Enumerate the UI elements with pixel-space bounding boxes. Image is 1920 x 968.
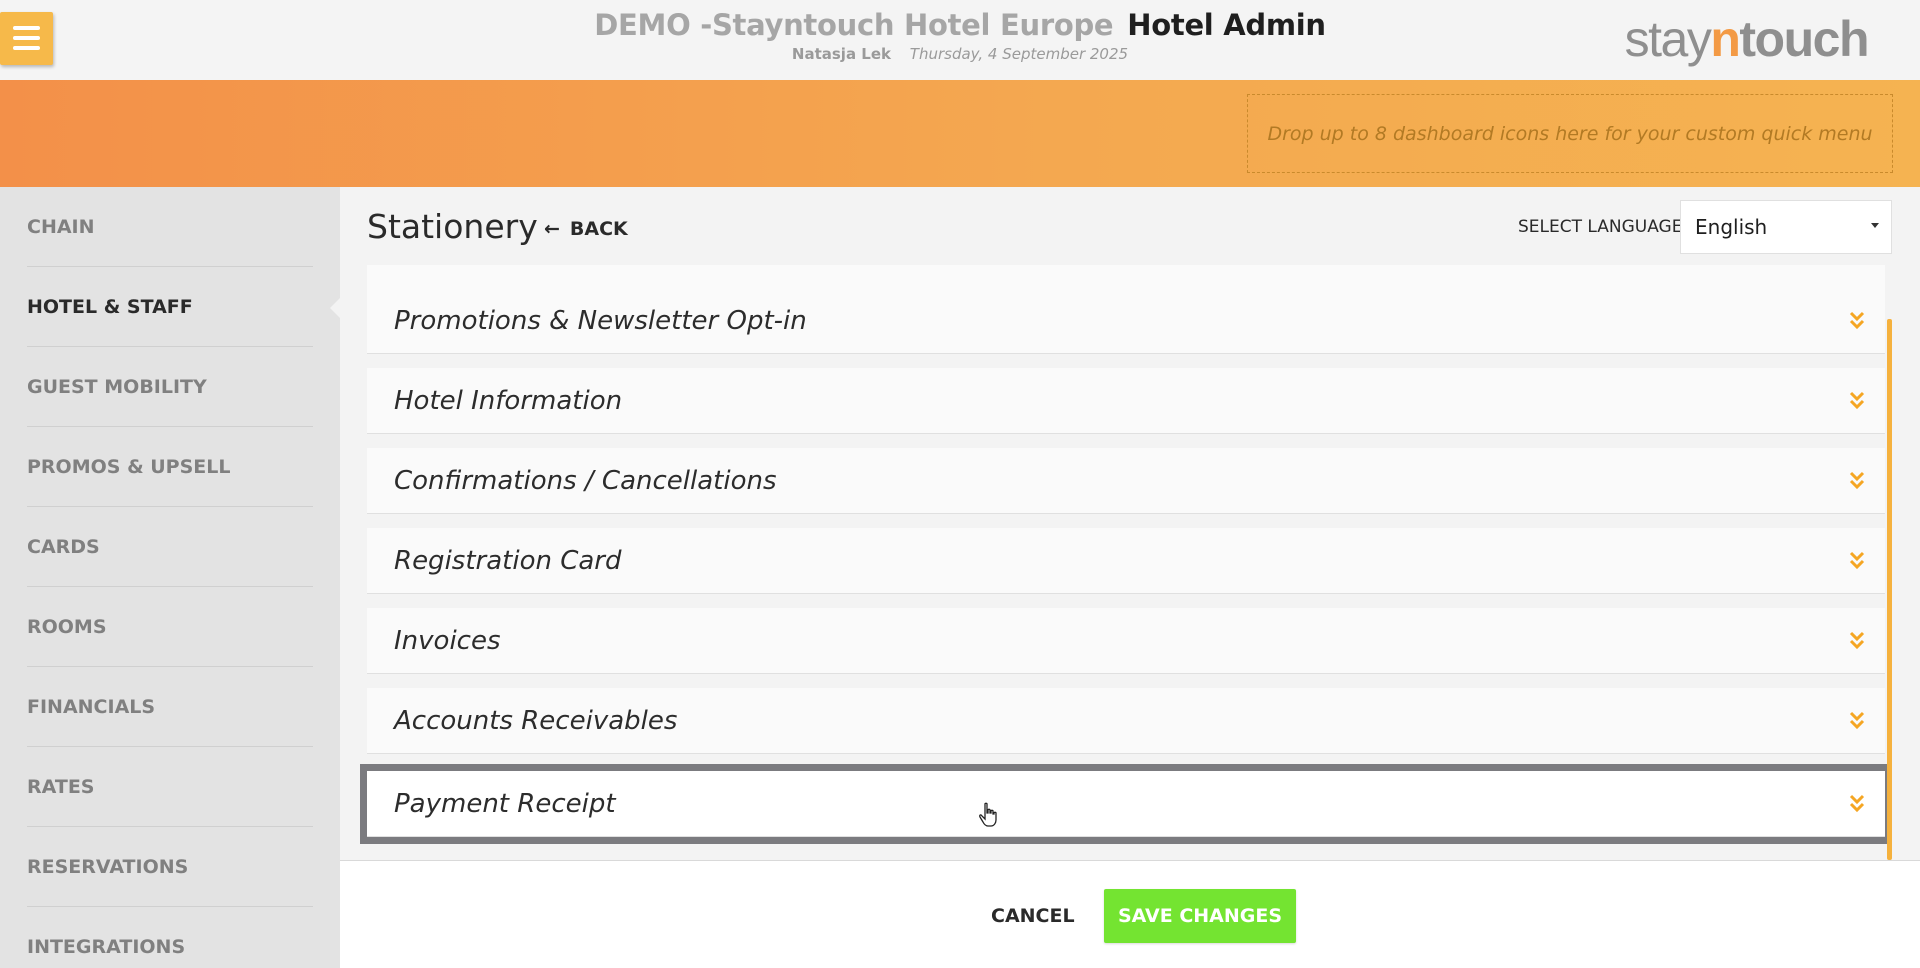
arrow-left-icon: ← [544, 218, 560, 240]
double-chevron-down-icon [1849, 551, 1865, 570]
sidebar-item-rooms[interactable]: ROOMS [27, 587, 313, 667]
section-promotions-newsletter[interactable]: Promotions & Newsletter Opt-in [367, 288, 1885, 354]
double-chevron-down-icon [1849, 631, 1865, 650]
stayntouch-logo: stayntouch [1624, 10, 1870, 68]
save-changes-button[interactable]: SAVE CHANGES [1104, 889, 1296, 943]
section-label: Promotions & Newsletter Opt-in [394, 305, 807, 336]
back-label: BACK [569, 218, 628, 240]
sidebar-item-rates[interactable]: RATES [27, 747, 313, 827]
double-chevron-down-icon [1849, 471, 1865, 490]
quick-menu-dropzone[interactable]: Drop up to 8 dashboard icons here for yo… [1247, 94, 1893, 173]
sidebar-item-guest-mobility[interactable]: GUEST MOBILITY [27, 347, 313, 427]
sidebar-item-promos-upsell[interactable]: PROMOS & UPSELL [27, 427, 313, 507]
app-name: Hotel Admin [1127, 8, 1326, 42]
sidebar-item-reservations[interactable]: RESERVATIONS [27, 827, 313, 907]
section-hotel-information[interactable]: Hotel Information [367, 368, 1885, 434]
sidebar-item-financials[interactable]: FINANCIALS [27, 667, 313, 747]
section-confirmations-cancellations[interactable]: Confirmations / Cancellations [367, 448, 1885, 514]
section-registration-card[interactable]: Registration Card [367, 528, 1885, 594]
section-label: Confirmations / Cancellations [394, 465, 777, 496]
sidebar-item-hotel-staff[interactable]: HOTEL & STAFF [27, 267, 313, 347]
hotel-name: DEMO -Stayntouch Hotel Europe [594, 8, 1114, 42]
caret-down-icon [1871, 223, 1879, 228]
user-name: Natasja Lek [791, 45, 891, 63]
hand-cursor-icon [979, 802, 997, 827]
page-title: Stationery [367, 207, 538, 246]
quick-menu-banner: Drop up to 8 dashboard icons here for yo… [0, 80, 1920, 187]
list-item-partial[interactable] [367, 265, 1885, 289]
sidebar-item-cards[interactable]: CARDS [27, 507, 313, 587]
top-header: DEMO -Stayntouch Hotel Europe Hotel Admin… [0, 0, 1920, 80]
language-select[interactable]: English [1680, 200, 1892, 254]
section-invoices[interactable]: Invoices [367, 608, 1885, 674]
scrollbar[interactable] [1887, 319, 1892, 860]
language-value: English [1695, 215, 1768, 239]
sidebar-item-integrations[interactable]: INTEGRATIONS [27, 907, 313, 968]
section-label: Hotel Information [394, 385, 623, 416]
section-label: Payment Receipt [394, 788, 616, 819]
double-chevron-down-icon [1849, 311, 1865, 330]
logo-part: stay [1624, 11, 1712, 67]
footer-actions: CANCEL SAVE CHANGES [340, 860, 1920, 968]
section-label: Invoices [394, 625, 501, 656]
current-date: Thursday, 4 September 2025 [909, 45, 1129, 63]
back-button[interactable]: ← BACK [544, 218, 628, 240]
sidebar-item-chain[interactable]: CHAIN [27, 187, 313, 267]
double-chevron-down-icon [1849, 391, 1865, 410]
sidebar: CHAIN HOTEL & STAFF GUEST MOBILITY PROMO… [0, 187, 340, 968]
stationery-sections-list[interactable]: Promotions & Newsletter Opt-in Hotel Inf… [340, 265, 1920, 860]
section-payment-receipt[interactable]: Payment Receipt [360, 764, 1892, 844]
language-label: SELECT LANGUAGE [1518, 217, 1683, 237]
double-chevron-down-icon [1849, 711, 1865, 730]
cancel-button[interactable]: CANCEL [991, 905, 1075, 927]
section-label: Registration Card [394, 545, 622, 576]
logo-part: n [1710, 11, 1741, 67]
main-panel: Stationery ← BACK SELECT LANGUAGE Englis… [340, 187, 1920, 968]
double-chevron-down-icon [1849, 794, 1865, 813]
section-label: Accounts Receivables [394, 705, 678, 736]
logo-part: touch [1739, 11, 1869, 67]
section-accounts-receivables[interactable]: Accounts Receivables [367, 688, 1885, 754]
